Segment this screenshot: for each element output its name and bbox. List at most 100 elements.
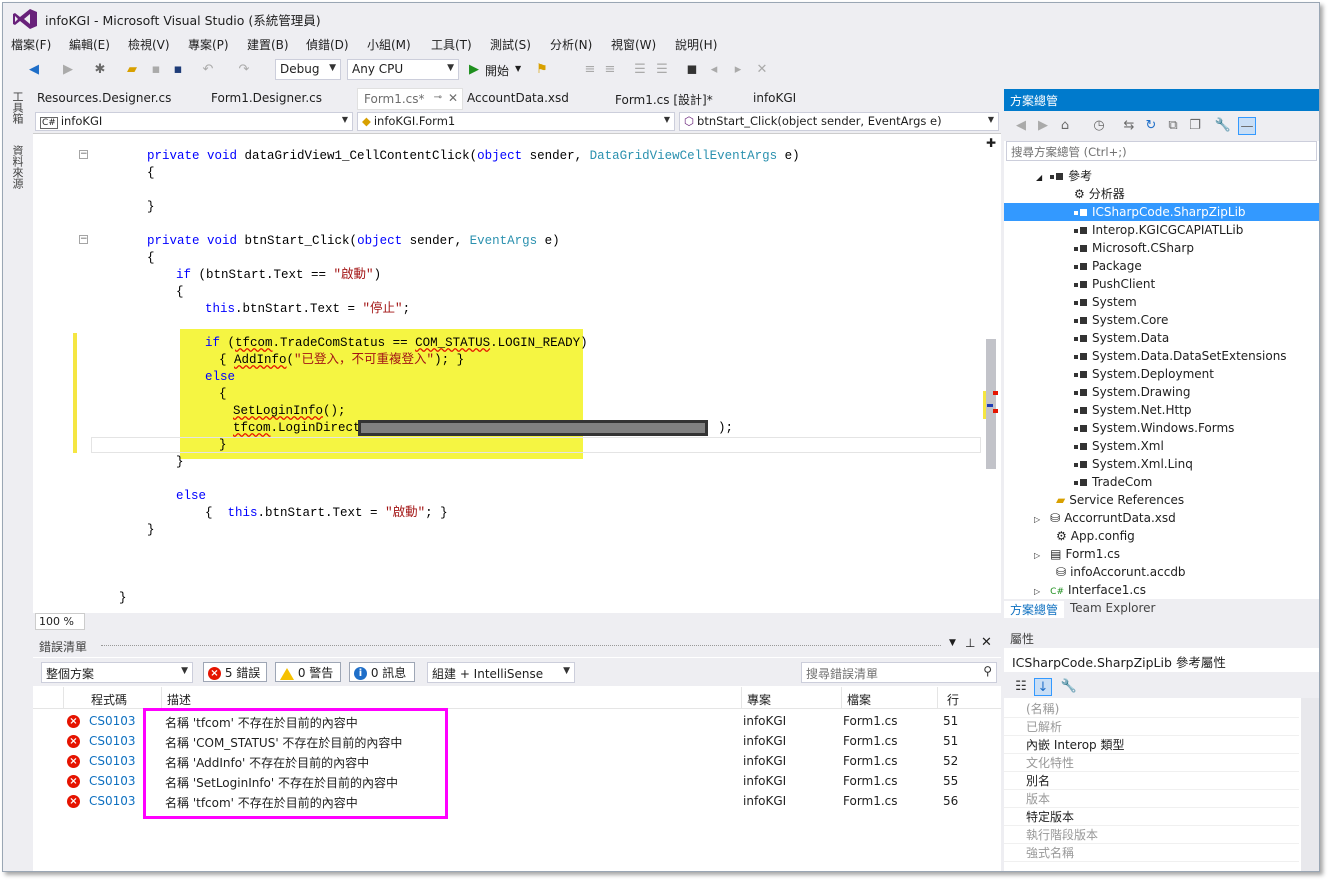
- tree-item-analyzers[interactable]: ⚙ 分析器: [1004, 185, 1319, 203]
- prev-bookmark-icon[interactable]: ◂: [705, 61, 723, 79]
- alphabetical-icon[interactable]: ↓: [1034, 678, 1052, 696]
- prop-row[interactable]: 內嵌 Interop 類型: [1004, 736, 1299, 754]
- menu-test[interactable]: 測試(S): [490, 36, 531, 53]
- next-bookmark-icon[interactable]: ▸: [729, 61, 747, 79]
- menu-help[interactable]: 說明(H): [675, 36, 717, 53]
- prop-row[interactable]: 別名: [1004, 772, 1299, 790]
- tree-item-ref-9[interactable]: System.Deployment: [1004, 365, 1319, 383]
- error-code-link[interactable]: CS0103: [89, 754, 136, 768]
- clear-bookmarks-icon[interactable]: ✕: [753, 61, 771, 79]
- tab-resources-designer[interactable]: Resources.Designer.cs: [37, 91, 171, 105]
- save-icon[interactable]: ▪: [147, 61, 165, 79]
- tree-item-file-1[interactable]: ⚙ App.config: [1004, 527, 1319, 545]
- build-filter-select[interactable]: 組建 + IntelliSense ▼: [427, 662, 575, 683]
- start-icon[interactable]: ▶: [465, 61, 483, 79]
- menu-analyze[interactable]: 分析(N): [550, 36, 592, 53]
- menu-file[interactable]: 檔案(F): [11, 36, 51, 53]
- error-code-link[interactable]: CS0103: [89, 774, 136, 788]
- col-file[interactable]: 檔案: [847, 691, 871, 708]
- back-icon[interactable]: ◀: [1012, 117, 1030, 135]
- menu-window[interactable]: 視窗(W): [611, 36, 656, 53]
- col-project[interactable]: 專案: [747, 691, 771, 708]
- close-icon[interactable]: ✕: [448, 91, 458, 105]
- menu-team[interactable]: 小組(M): [367, 36, 411, 53]
- open-file-icon[interactable]: ▰: [123, 61, 141, 79]
- collapse-icon[interactable]: −: [79, 150, 88, 159]
- menu-tools[interactable]: 工具(T): [431, 36, 472, 53]
- save-all-icon[interactable]: ▪: [169, 61, 187, 79]
- tree-item-ref-4[interactable]: PushClient: [1004, 275, 1319, 293]
- class-select[interactable]: ◆ infoKGI.Form1 ▼: [357, 112, 675, 131]
- messages-filter-button[interactable]: i 0 訊息: [349, 662, 415, 682]
- prop-row[interactable]: 執行階段版本: [1004, 826, 1299, 844]
- preview-icon[interactable]: —: [1238, 117, 1256, 135]
- col-desc[interactable]: 描述: [167, 691, 191, 708]
- scope-select[interactable]: 整個方案 ▼: [41, 662, 193, 683]
- tab-form1-cs[interactable]: Form1.cs* ⊸ ✕: [357, 88, 463, 110]
- tree-item-file-0[interactable]: ▷ ⛁ AccorruntData.xsd: [1004, 509, 1319, 527]
- errors-filter-button[interactable]: × 5 錯誤: [203, 662, 267, 682]
- find-in-files-icon[interactable]: ⚑: [533, 61, 551, 79]
- pin-icon[interactable]: ⊸: [434, 92, 442, 103]
- data-sources-tab[interactable]: 資料來源: [9, 145, 25, 189]
- tree-item-ref-11[interactable]: System.Net.Http: [1004, 401, 1319, 419]
- menu-view[interactable]: 檢視(V): [128, 36, 170, 53]
- home-icon[interactable]: ⌂: [1056, 117, 1074, 135]
- prop-row[interactable]: 已解析: [1004, 718, 1299, 736]
- error-code-link[interactable]: CS0103: [89, 794, 136, 808]
- error-code-link[interactable]: CS0103: [89, 714, 136, 728]
- code-editor[interactable]: − − private void dataGridView1_CellConte…: [33, 133, 1001, 614]
- tree-item-file-3[interactable]: ⛁ infoAccorunt.accdb: [1004, 563, 1319, 581]
- zoom-select[interactable]: 100 %: [35, 613, 85, 630]
- show-all-files-icon[interactable]: ❐: [1186, 117, 1204, 135]
- split-icon[interactable]: ✚: [986, 136, 996, 150]
- tree-item-ref-6[interactable]: System.Core: [1004, 311, 1319, 329]
- indent-icon[interactable]: ☰: [631, 61, 649, 79]
- chevron-down-icon[interactable]: ▼: [515, 64, 521, 73]
- sync-icon[interactable]: ⇆: [1120, 117, 1138, 135]
- collapse-all-icon[interactable]: ⧉: [1164, 117, 1182, 135]
- col-line[interactable]: 行: [947, 691, 959, 708]
- tree-item-ref-15[interactable]: TradeCom: [1004, 473, 1319, 491]
- properties-icon[interactable]: 🔧: [1214, 117, 1232, 135]
- forward-icon[interactable]: ▶: [1034, 117, 1052, 135]
- new-project-icon[interactable]: ✱: [91, 61, 109, 79]
- prop-row[interactable]: 特定版本: [1004, 808, 1299, 826]
- tree-item-ref-13[interactable]: System.Xml: [1004, 437, 1319, 455]
- uncomment-icon[interactable]: ≡: [601, 61, 619, 79]
- menu-build[interactable]: 建置(B): [247, 36, 289, 53]
- start-button-label[interactable]: 開始: [485, 62, 509, 79]
- undo-icon[interactable]: ↶: [199, 61, 217, 79]
- forward-icon[interactable]: ▶: [59, 61, 77, 79]
- prop-row[interactable]: (名稱): [1004, 700, 1299, 718]
- tree-item-ref-5[interactable]: System: [1004, 293, 1319, 311]
- tab-team-explorer[interactable]: Team Explorer: [1070, 601, 1156, 615]
- tree-item-ref-12[interactable]: System.Windows.Forms: [1004, 419, 1319, 437]
- solution-search-input[interactable]: 搜尋方案總管 (Ctrl+;): [1006, 141, 1317, 161]
- redo-icon[interactable]: ↷: [235, 61, 253, 79]
- categorized-icon[interactable]: ☷: [1012, 678, 1030, 696]
- solution-platform-select[interactable]: Any CPU ▼: [347, 59, 459, 80]
- project-select[interactable]: C# infoKGI ▼: [35, 112, 353, 131]
- back-icon[interactable]: ◀: [25, 61, 43, 79]
- tab-solution-explorer[interactable]: 方案總管: [1004, 601, 1065, 618]
- tree-item-ref-10[interactable]: System.Drawing: [1004, 383, 1319, 401]
- tree-item-ref-2[interactable]: Microsoft.CSharp: [1004, 239, 1319, 257]
- warnings-filter-button[interactable]: 0 警告: [275, 662, 341, 682]
- menu-edit[interactable]: 編輯(E): [69, 36, 110, 53]
- tab-form1-designer[interactable]: Form1.Designer.cs: [211, 91, 322, 105]
- tree-item-file-2[interactable]: ▷ ▤ Form1.cs: [1004, 545, 1319, 563]
- tree-item-file-4[interactable]: ▷ C# Interface1.cs: [1004, 581, 1319, 599]
- error-code-link[interactable]: CS0103: [89, 734, 136, 748]
- tab-infokgi[interactable]: infoKGI: [753, 91, 796, 105]
- error-search-input[interactable]: 搜尋錯誤清單 ⚲: [801, 662, 997, 683]
- tree-item-ref-0[interactable]: ICSharpCode.SharpZipLib: [1004, 203, 1319, 221]
- tree-item-references[interactable]: ◢ 參考: [1004, 167, 1319, 185]
- bookmark-icon[interactable]: ◼: [683, 61, 701, 79]
- tree-item-ref-8[interactable]: System.Data.DataSetExtensions: [1004, 347, 1319, 365]
- pin-icon[interactable]: ⊥: [965, 636, 975, 650]
- tree-item-service-references[interactable]: ▰ Service References: [1004, 491, 1319, 509]
- tree-item-ref-7[interactable]: System.Data: [1004, 329, 1319, 347]
- refresh-icon[interactable]: ↻: [1142, 117, 1160, 135]
- solution-config-select[interactable]: Debug ▼: [275, 59, 341, 80]
